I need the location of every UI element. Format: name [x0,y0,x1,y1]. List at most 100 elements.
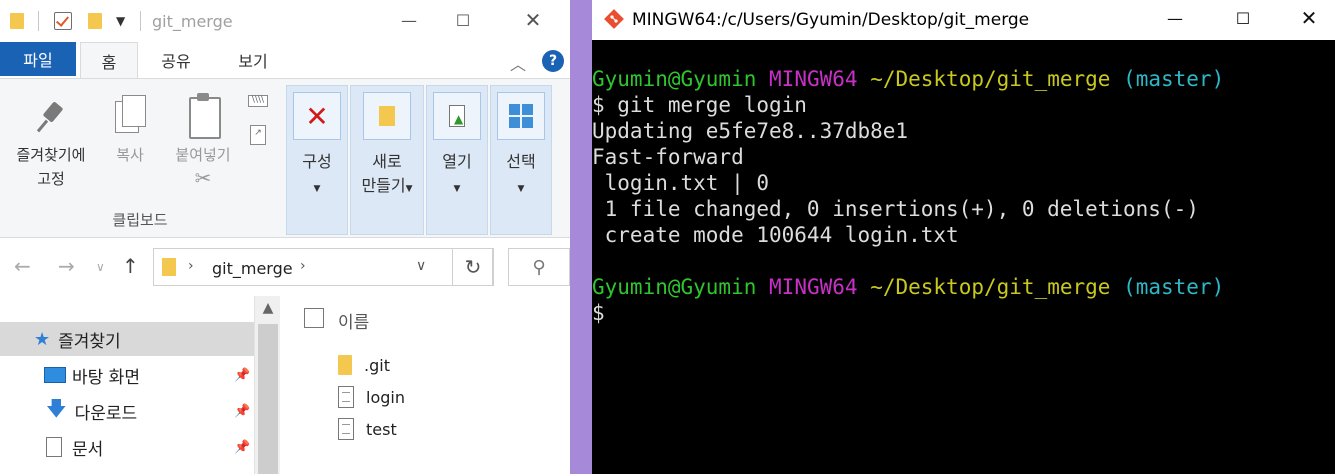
select-all-checkbox[interactable] [304,308,324,328]
file-name: login [366,387,405,407]
minimize-button[interactable]: — [386,0,432,40]
scroll-thumb[interactable] [258,324,278,474]
explorer-titlebar: ▼ git_merge — ☐ ✕ [0,0,570,42]
terminal-scrollbar[interactable] [1326,40,1335,474]
scrollbar[interactable]: ▲ [254,296,280,474]
nav-item-documents[interactable]: 문서 📌 [0,430,254,464]
address-path[interactable]: git_merge [212,259,293,278]
nav-item-quick-access[interactable]: ★ 즐겨찾기 [0,322,254,356]
minimize-button[interactable]: — [1152,0,1198,36]
prompt-system: MINGW64 [769,275,858,299]
output-line: $ git merge login [592,93,807,117]
organize-group[interactable]: ✕ 구성 ▼ [286,85,348,235]
list-item[interactable]: .git [338,352,390,378]
search-icon: ⚲ [532,256,546,278]
download-icon: 🡇 [46,396,67,420]
properties-icon[interactable] [54,10,72,32]
folder-icon [10,10,24,32]
close-button[interactable]: ✕ [1286,0,1332,36]
nav-item-desktop[interactable]: 바탕 화면 📌 [0,358,254,392]
select-label: 선택 ▼ [506,152,536,194]
desktop-icon [44,367,66,383]
back-icon[interactable]: ← [14,254,31,278]
scroll-up-icon[interactable]: ▲ [255,300,281,320]
address-input[interactable]: › git_merge › ∨ [153,248,493,286]
chevron-down-icon[interactable]: ∨ [416,258,426,274]
paste-button[interactable]: 붙여넣기 ✂ [164,93,242,189]
forward-icon[interactable]: → [58,254,75,278]
divider [140,11,141,31]
prompt-line: Gyumin@Gyumin MINGW64 ~/Desktop/git_merg… [592,274,1322,300]
text-file-icon [338,386,354,408]
tab-file[interactable]: 파일 [0,42,76,76]
copy-icon [115,95,146,133]
cut-icon[interactable]: ✂ [164,167,242,189]
terminal-title: MINGW64:/c/Users/Gyumin/Desktop/git_merg… [632,10,1030,30]
nav-item-label: 바탕 화면 [72,367,140,388]
file-list: 이름 .git login test [280,296,570,474]
prompt-system: MINGW64 [769,67,858,91]
prompt-line: Gyumin@Gyumin MINGW64 ~/Desktop/git_merg… [592,66,1322,92]
chevron-right-icon[interactable]: › [300,258,306,274]
output-line: create mode 100644 login.txt [592,223,959,247]
nav-item-downloads[interactable]: 🡇 다운로드 📌 [0,394,254,428]
copy-button[interactable]: 복사 [104,95,156,167]
column-header-name[interactable]: 이름 [338,308,369,333]
list-item[interactable]: login [338,384,405,410]
desktop-background [570,0,592,474]
new-label: 새로 만들기▼ [361,152,413,195]
pin-icon[interactable]: 📌 [234,368,250,383]
output-line: 1 file changed, 0 insertions(+), 0 delet… [592,197,1199,221]
new-folder-icon [363,92,411,140]
file-explorer-window: ▼ git_merge — ☐ ✕ 파일 홈 공유 보기 ︿ ? 즐겨찾기에 고… [0,0,570,474]
chevron-right-icon[interactable]: › [188,258,194,274]
prompt-user: Gyumin@Gyumin [592,275,757,299]
help-icon[interactable]: ? [542,50,564,72]
prompt-branch: (master) [1123,275,1225,299]
paste-icon [187,93,221,139]
select-all-icon [497,92,545,140]
input-line[interactable]: $ [592,300,1322,326]
select-group[interactable]: 선택 ▼ [490,85,552,235]
recent-locations-icon[interactable]: ∨ [96,260,105,274]
copy-label: 복사 [116,146,144,164]
close-button[interactable]: ✕ [510,0,556,40]
up-icon[interactable]: ↑ [122,254,139,278]
open-icon: ▲ [433,92,481,140]
ribbon-tabs: 파일 홈 공유 보기 ︿ ? [0,42,570,78]
tab-view[interactable]: 보기 [222,42,284,78]
nav-item-label: 문서 [72,439,104,460]
window-title: git_merge [152,12,233,31]
prompt-user: Gyumin@Gyumin [592,67,757,91]
pin-label: 즐겨찾기에 [16,146,86,164]
refresh-button[interactable]: ↻ [452,248,494,286]
new-folder-icon[interactable] [88,10,102,32]
document-icon [46,437,62,457]
tab-home[interactable]: 홈 [80,42,138,78]
divider [38,11,39,31]
pin-icon[interactable]: 📌 [234,404,250,419]
search-input[interactable]: ⚲ [508,248,570,286]
pin-icon[interactable]: 📌 [234,440,250,455]
text-file-icon [338,418,354,440]
folder-icon [338,355,352,375]
new-group[interactable]: 새로 만들기▼ [350,85,424,235]
collapse-ribbon-icon[interactable]: ︿ [510,51,528,74]
open-group[interactable]: ▲ 열기 ▼ [426,85,488,235]
file-name: test [366,419,397,439]
maximize-button[interactable]: ☐ [440,0,486,40]
terminal-output[interactable]: Gyumin@Gyumin MINGW64 ~/Desktop/git_merg… [592,66,1322,326]
maximize-button[interactable]: ☐ [1220,0,1266,36]
paste-shortcut-icon[interactable]: ↗ [250,125,266,145]
git-bash-terminal-window[interactable]: MINGW64:/c/Users/Gyumin/Desktop/git_merg… [592,0,1335,474]
terminal-titlebar: MINGW64:/c/Users/Gyumin/Desktop/git_merg… [592,0,1335,40]
tab-share[interactable]: 공유 [146,42,206,78]
copy-path-icon[interactable]: \\\\ [248,95,268,107]
clipboard-group-label: 클립보드 [112,211,168,229]
list-item[interactable]: test [338,416,397,442]
nav-item-label: 다운로드 [74,403,138,424]
customize-toolbar-icon[interactable]: ▼ [116,10,125,32]
nav-item-label: 즐겨찾기 [58,331,121,352]
pin-to-quick-access-button[interactable]: 즐겨찾기에 고정 [4,101,98,191]
